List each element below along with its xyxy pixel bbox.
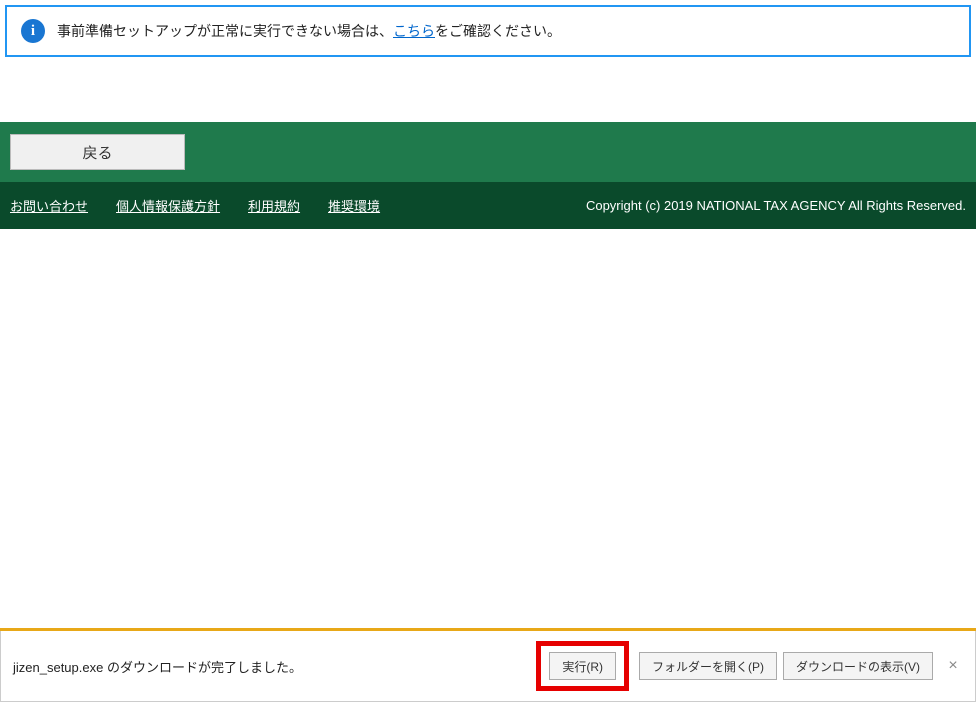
footer-link-environment[interactable]: 推奨環境 bbox=[328, 196, 380, 215]
nav-bar: 戻る bbox=[0, 122, 976, 182]
show-downloads-button[interactable]: ダウンロードの表示(V) bbox=[783, 652, 933, 680]
run-button-highlight: 実行(R) bbox=[536, 641, 629, 691]
close-icon[interactable]: × bbox=[943, 657, 963, 675]
download-message: jizen_setup.exe のダウンロードが完了しました。 bbox=[13, 657, 530, 676]
footer-bar: お問い合わせ 個人情報保護方針 利用規約 推奨環境 Copyright (c) … bbox=[0, 182, 976, 229]
footer-link-contact[interactable]: お問い合わせ bbox=[10, 196, 88, 215]
footer-link-privacy[interactable]: 個人情報保護方針 bbox=[116, 196, 220, 215]
footer-copyright: Copyright (c) 2019 NATIONAL TAX AGENCY A… bbox=[380, 198, 966, 213]
footer-link-terms[interactable]: 利用規約 bbox=[248, 196, 300, 215]
back-button[interactable]: 戻る bbox=[10, 134, 185, 170]
info-text: 事前準備セットアップが正常に実行できない場合は、こちらをご確認ください。 bbox=[57, 21, 561, 41]
info-link-kochira[interactable]: こちら bbox=[393, 23, 435, 39]
download-notification-bar: jizen_setup.exe のダウンロードが完了しました。 実行(R) フォ… bbox=[0, 628, 976, 702]
run-button[interactable]: 実行(R) bbox=[549, 652, 616, 680]
info-icon: i bbox=[21, 19, 45, 43]
info-text-before: 事前準備セットアップが正常に実行できない場合は、 bbox=[57, 23, 393, 39]
download-notification-inner: jizen_setup.exe のダウンロードが完了しました。 実行(R) フォ… bbox=[0, 631, 976, 702]
open-folder-button[interactable]: フォルダーを開く(P) bbox=[639, 652, 777, 680]
info-text-after: をご確認ください。 bbox=[435, 23, 561, 39]
footer-links: お問い合わせ 個人情報保護方針 利用規約 推奨環境 bbox=[10, 196, 380, 215]
info-message-box: i 事前準備セットアップが正常に実行できない場合は、こちらをご確認ください。 bbox=[5, 5, 971, 57]
